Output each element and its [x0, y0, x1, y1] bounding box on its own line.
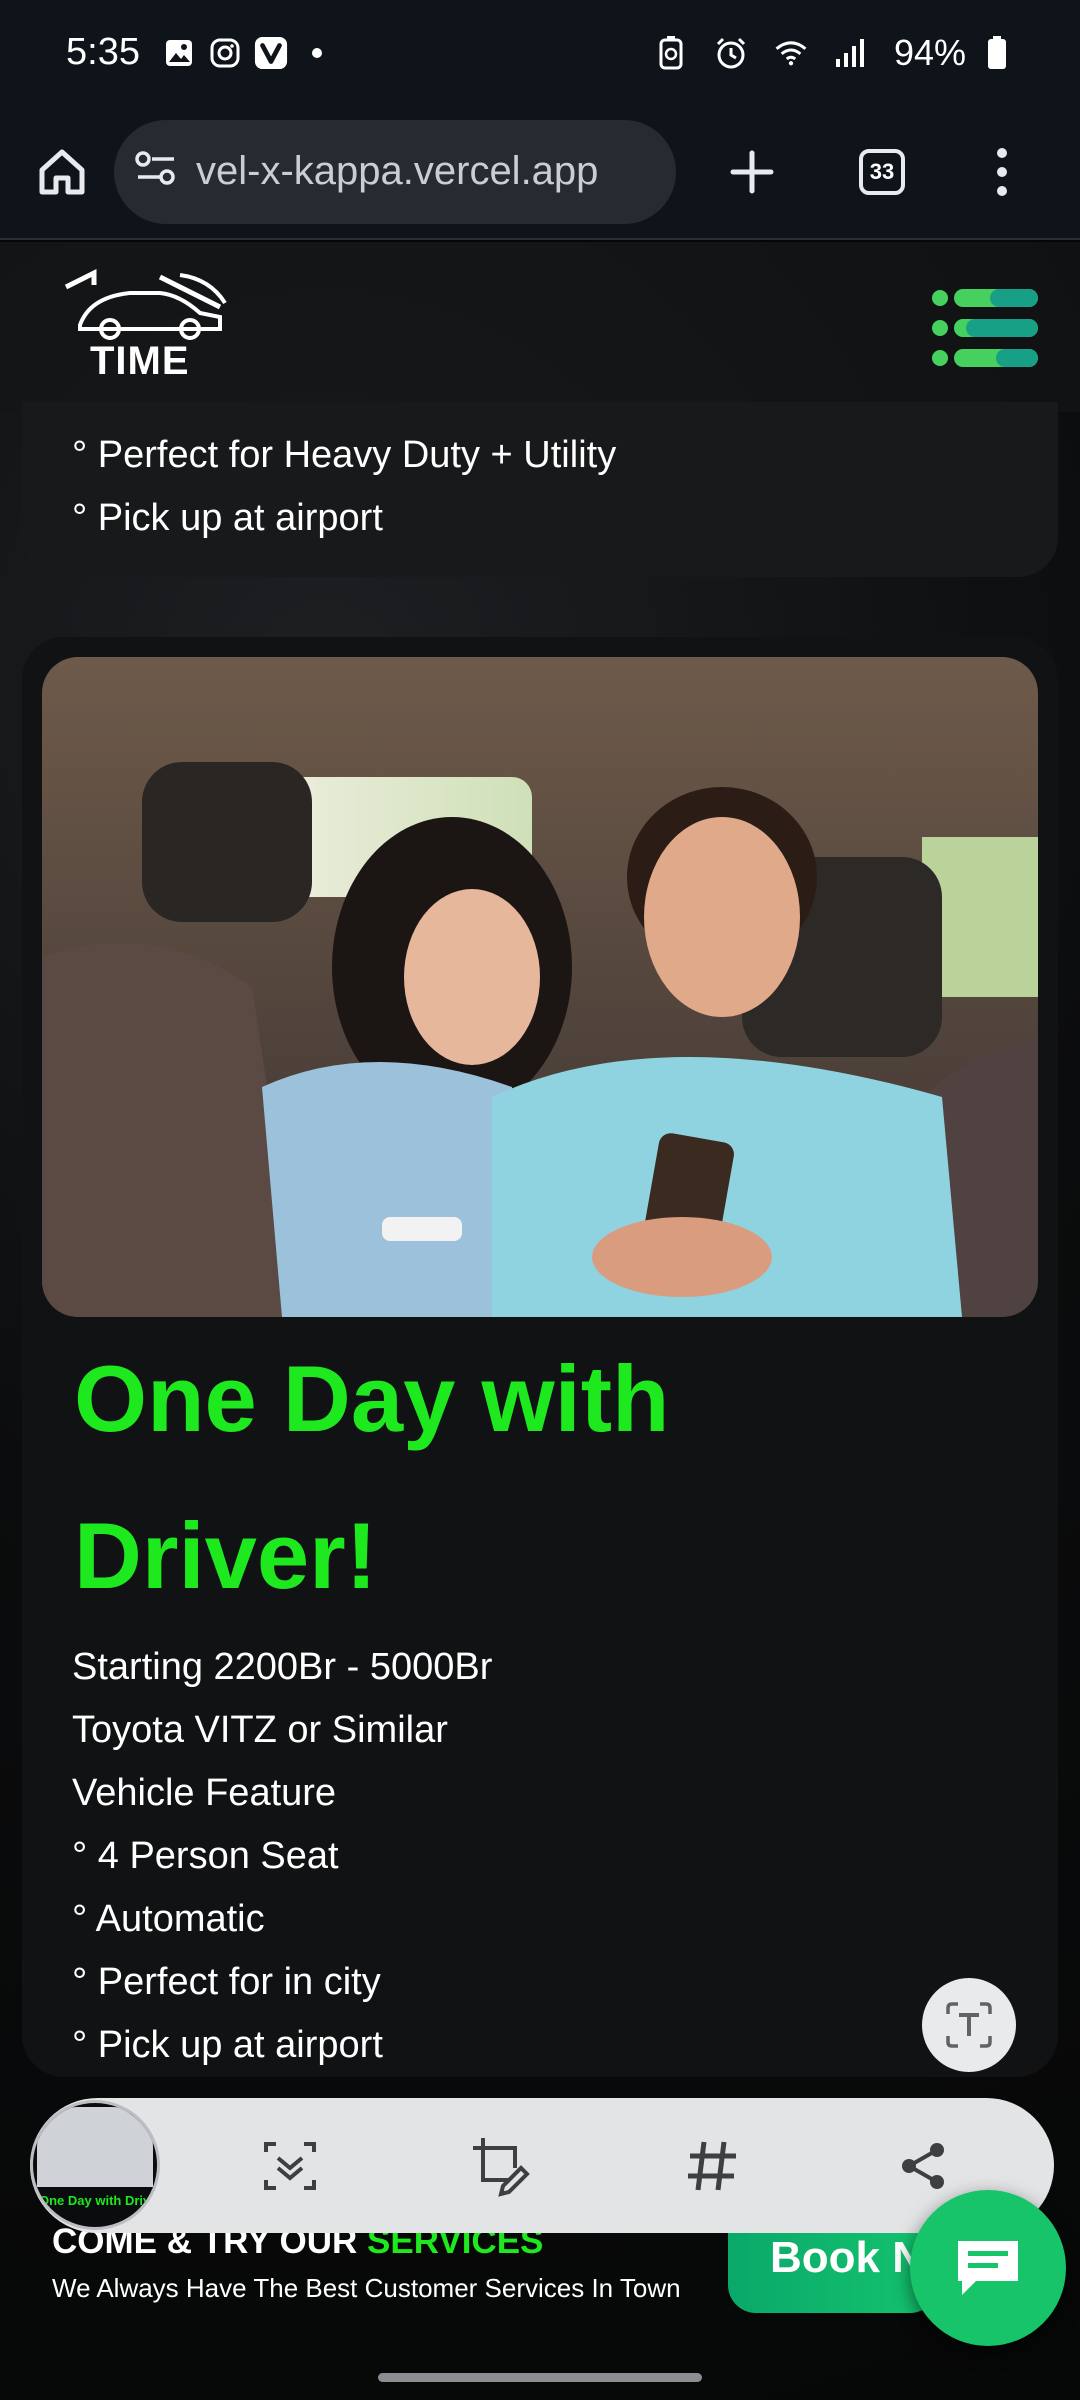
plus-icon: [730, 150, 774, 193]
battery-percent: 94%: [893, 31, 966, 73]
home-button[interactable]: [24, 134, 100, 210]
site-logo[interactable]: TIME: [60, 267, 230, 383]
browser-toolbar: vel-x-kappa.vercel.app 33: [0, 105, 1080, 240]
tab-switcher-button[interactable]: 33: [842, 132, 922, 212]
tag-button[interactable]: [677, 2131, 747, 2201]
more-options-icon[interactable]: [972, 132, 1032, 212]
price-range: Starting 2200Br - 5000Br: [72, 1646, 493, 1688]
previous-feature-2: ° Pick up at airport: [72, 497, 383, 539]
scroll-capture-icon: [264, 2142, 316, 2190]
couple-in-car-photo: [42, 657, 1038, 1317]
wifi-icon: [774, 36, 808, 70]
text-scan-icon: [946, 2002, 992, 2048]
logo-text: TIME: [90, 339, 190, 383]
car-logo-icon: [64, 268, 227, 340]
chat-icon: [958, 2241, 1018, 2295]
text-extract-button[interactable]: [922, 1978, 1016, 2072]
alarm-icon: [714, 36, 748, 70]
crop-edit-icon: [473, 2138, 530, 2197]
gallery-icon: [162, 36, 196, 70]
service-title-line-1: One Day with: [74, 1346, 670, 1451]
signal-icon: [834, 36, 868, 70]
hamburger-menu-button[interactable]: [930, 286, 1040, 370]
service-title: One Day with Driver!: [74, 1320, 974, 1634]
status-right: 94%: [654, 32, 1026, 74]
home-icon: [39, 149, 85, 194]
url-text[interactable]: vel-x-kappa.vercel.app: [196, 149, 598, 194]
vehicle-feature-heading: Vehicle Feature: [72, 1772, 337, 1814]
status-bar: 5:35 94%: [0, 0, 1080, 105]
feature-transmission: ° Automatic: [72, 1898, 265, 1940]
screenshot-thumbnail[interactable]: One Day with Driver: [30, 2100, 160, 2230]
footer-subtext: We Always Have The Best Customer Service…: [52, 2273, 681, 2303]
chat-button[interactable]: [910, 2190, 1066, 2346]
scroll-capture-button[interactable]: [255, 2131, 325, 2201]
share-icon: [902, 2143, 944, 2189]
web-page: TIME ° Perfect for Heavy Duty + Utility …: [0, 242, 1080, 2400]
previous-feature-1: ° Perfect for Heavy Duty + Utility: [72, 434, 617, 476]
notification-dot-icon: [300, 36, 334, 70]
vehicle-model: Toyota VITZ or Similar: [72, 1709, 448, 1751]
screenshot-toolbar: One Day with Driver: [30, 2098, 1054, 2233]
previous-service-card: [22, 402, 1058, 577]
thumbnail-caption: One Day with Driver: [39, 2193, 160, 2208]
edit-screenshot-button[interactable]: [466, 2131, 536, 2201]
instagram-icon: [208, 36, 242, 70]
battery-icon: [980, 35, 1014, 70]
battery-saver-icon: [654, 35, 688, 70]
menu-icon: [932, 289, 1038, 367]
site-header: TIME: [0, 242, 1080, 412]
feature-pickup: ° Pick up at airport: [72, 2024, 383, 2066]
feature-seats: ° 4 Person Seat: [72, 1835, 339, 1877]
address-bar[interactable]: vel-x-kappa.vercel.app: [114, 119, 676, 224]
service-title-line-2: Driver!: [74, 1503, 378, 1608]
site-settings-icon[interactable]: [134, 149, 178, 194]
share-button[interactable]: [888, 2131, 958, 2201]
gesture-navigation-bar[interactable]: [378, 2373, 702, 2382]
feature-usage: ° Perfect for in city: [72, 1961, 381, 2003]
service-photo: [42, 657, 1038, 1317]
vivaldi-icon: [254, 36, 288, 70]
new-tab-button[interactable]: [712, 132, 792, 212]
hashtag-icon: [688, 2141, 736, 2191]
tab-count: 33: [859, 148, 905, 195]
status-time: 5:35: [66, 31, 140, 73]
